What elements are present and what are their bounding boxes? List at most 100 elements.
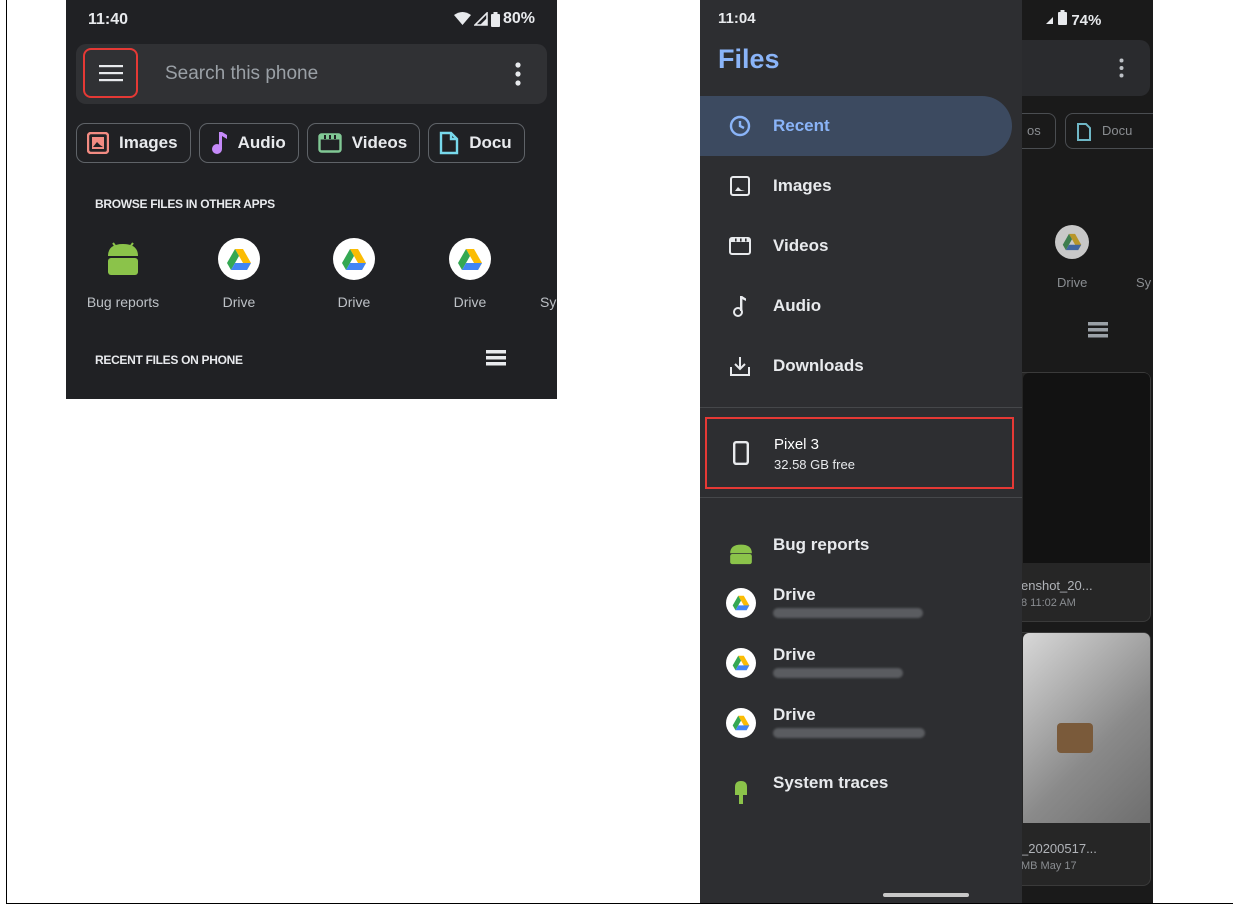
account-email-redacted (773, 668, 903, 678)
source-drive-3[interactable]: Drive (700, 700, 1022, 750)
category-chips: Images Audio Videos Docu (76, 123, 525, 163)
chip-label: Videos (351, 133, 408, 152)
search-input[interactable]: Search this phone (165, 63, 318, 85)
drawer-divider (700, 407, 1022, 408)
right-screenshot-drawer: 74% os Docu Drive Sy enshot_20... 8 11:0… (700, 0, 1153, 903)
nav-item-images[interactable]: Images (700, 156, 1012, 216)
background-drive-app (1055, 225, 1089, 259)
android-icon (735, 781, 747, 804)
app-bug-reports[interactable]: Bug reports (78, 238, 168, 310)
frame-left-border (6, 0, 7, 903)
drive-icon (1062, 233, 1082, 251)
source-label: System traces (773, 773, 889, 792)
chip-videos[interactable]: Videos (306, 123, 421, 163)
browse-apps-row: Bug reports Drive Drive Drive Sy (66, 238, 557, 318)
left-screenshot-home: 11:40 80% Search this phone Images Audio… (66, 0, 557, 399)
file-meta: 8 11:02 AM (1021, 597, 1076, 609)
file-thumbnail (1023, 373, 1150, 563)
source-label: Bug reports (773, 535, 870, 554)
source-label: Drive (773, 645, 816, 664)
image-icon (730, 176, 750, 196)
file-title: enshot_20... (1021, 578, 1093, 593)
chip-audio[interactable]: Audio (198, 123, 299, 163)
nav-item-label: Downloads (773, 356, 864, 375)
nav-item-recent[interactable]: Recent (700, 96, 1012, 156)
account-email-redacted (773, 608, 923, 618)
chip-images[interactable]: Images (76, 123, 191, 163)
image-icon (87, 132, 109, 154)
photo-object (1057, 723, 1093, 753)
nav-item-downloads[interactable]: Downloads (700, 336, 1012, 396)
list-view-icon (1088, 322, 1108, 338)
document-icon (439, 131, 459, 155)
background-chip: Docu (1065, 113, 1153, 149)
browse-section-title: BROWSE FILES IN OTHER APPS (95, 197, 275, 211)
download-icon (730, 357, 750, 376)
hamburger-menu-button[interactable] (83, 48, 138, 98)
source-drive-1[interactable]: Drive (700, 580, 1022, 630)
chip-label: Audio (237, 133, 286, 152)
video-icon (318, 133, 342, 153)
drawer-divider (700, 497, 1022, 498)
file-meta: MB May 17 (1021, 860, 1077, 872)
wifi-icon (453, 12, 471, 25)
app-label: Drive (1057, 275, 1088, 290)
storage-pixel-3[interactable]: Pixel 3 32.58 GB free (705, 417, 1014, 489)
drive-icon (732, 715, 750, 731)
chip-label: os (1027, 123, 1041, 138)
drive-icon (227, 248, 251, 270)
source-bug-reports[interactable]: Bug reports (700, 527, 1022, 577)
app-label: Drive (222, 294, 256, 310)
more-vert-icon[interactable] (515, 62, 521, 86)
list-view-icon[interactable] (486, 350, 506, 366)
background-content: 74% os Docu Drive Sy enshot_20... 8 11:0… (1002, 0, 1153, 903)
nav-item-audio[interactable]: Audio (700, 276, 1012, 336)
search-bar[interactable]: Search this phone (76, 44, 547, 104)
drawer-title: Files (718, 44, 780, 74)
battery-percent: 74% (1071, 12, 1102, 29)
more-vert-icon (1119, 58, 1124, 78)
source-drive-2[interactable]: Drive (700, 640, 1022, 690)
chip-label: Docu (469, 133, 512, 152)
music-note-icon (733, 296, 746, 317)
storage-free-space: 32.58 GB free (774, 457, 855, 472)
drive-icon (458, 248, 482, 270)
nav-item-label: Videos (773, 236, 829, 255)
nav-item-label: Audio (773, 296, 822, 315)
app-label: Drive (453, 294, 487, 310)
file-title: _20200517... (1021, 841, 1097, 856)
app-drive-2[interactable]: Drive (309, 238, 399, 310)
source-system-traces[interactable]: System traces (700, 765, 1022, 815)
battery-percent: 80% (502, 10, 535, 27)
menu-icon (98, 65, 123, 82)
phone-icon (733, 441, 749, 465)
nav-item-label: Recent (773, 116, 830, 135)
signal-icon (1046, 17, 1053, 24)
source-label: Drive (773, 705, 816, 724)
drive-icon (732, 655, 750, 671)
background-file-card: enshot_20... 8 11:02 AM (1012, 372, 1151, 622)
background-file-card: _20200517... MB May 17 (1012, 632, 1151, 886)
android-icon (730, 544, 752, 565)
app-label: Bug reports (86, 294, 160, 310)
recent-section-title: RECENT FILES ON PHONE (95, 353, 243, 367)
storage-name: Pixel 3 (774, 436, 820, 453)
status-icons: 74% (1040, 10, 1101, 29)
app-label: Sy (1136, 275, 1152, 290)
android-icon (108, 242, 138, 275)
document-icon (1077, 123, 1091, 141)
battery-icon (490, 11, 500, 27)
nav-item-videos[interactable]: Videos (700, 216, 1012, 276)
signal-icon (473, 12, 488, 26)
account-email-redacted (773, 728, 925, 738)
status-time: 11:40 (88, 11, 129, 28)
status-time: 11:04 (718, 10, 756, 27)
chip-documents[interactable]: Docu (428, 123, 525, 163)
gesture-nav-handle[interactable] (883, 893, 969, 897)
app-drive-3[interactable]: Drive (425, 238, 515, 310)
app-drive-1[interactable]: Drive (194, 238, 284, 310)
status-icons: 80% (453, 10, 535, 28)
app-system-traces-partial[interactable]: Sy (540, 238, 557, 310)
battery-icon (1058, 10, 1068, 25)
drive-icon (732, 595, 750, 611)
